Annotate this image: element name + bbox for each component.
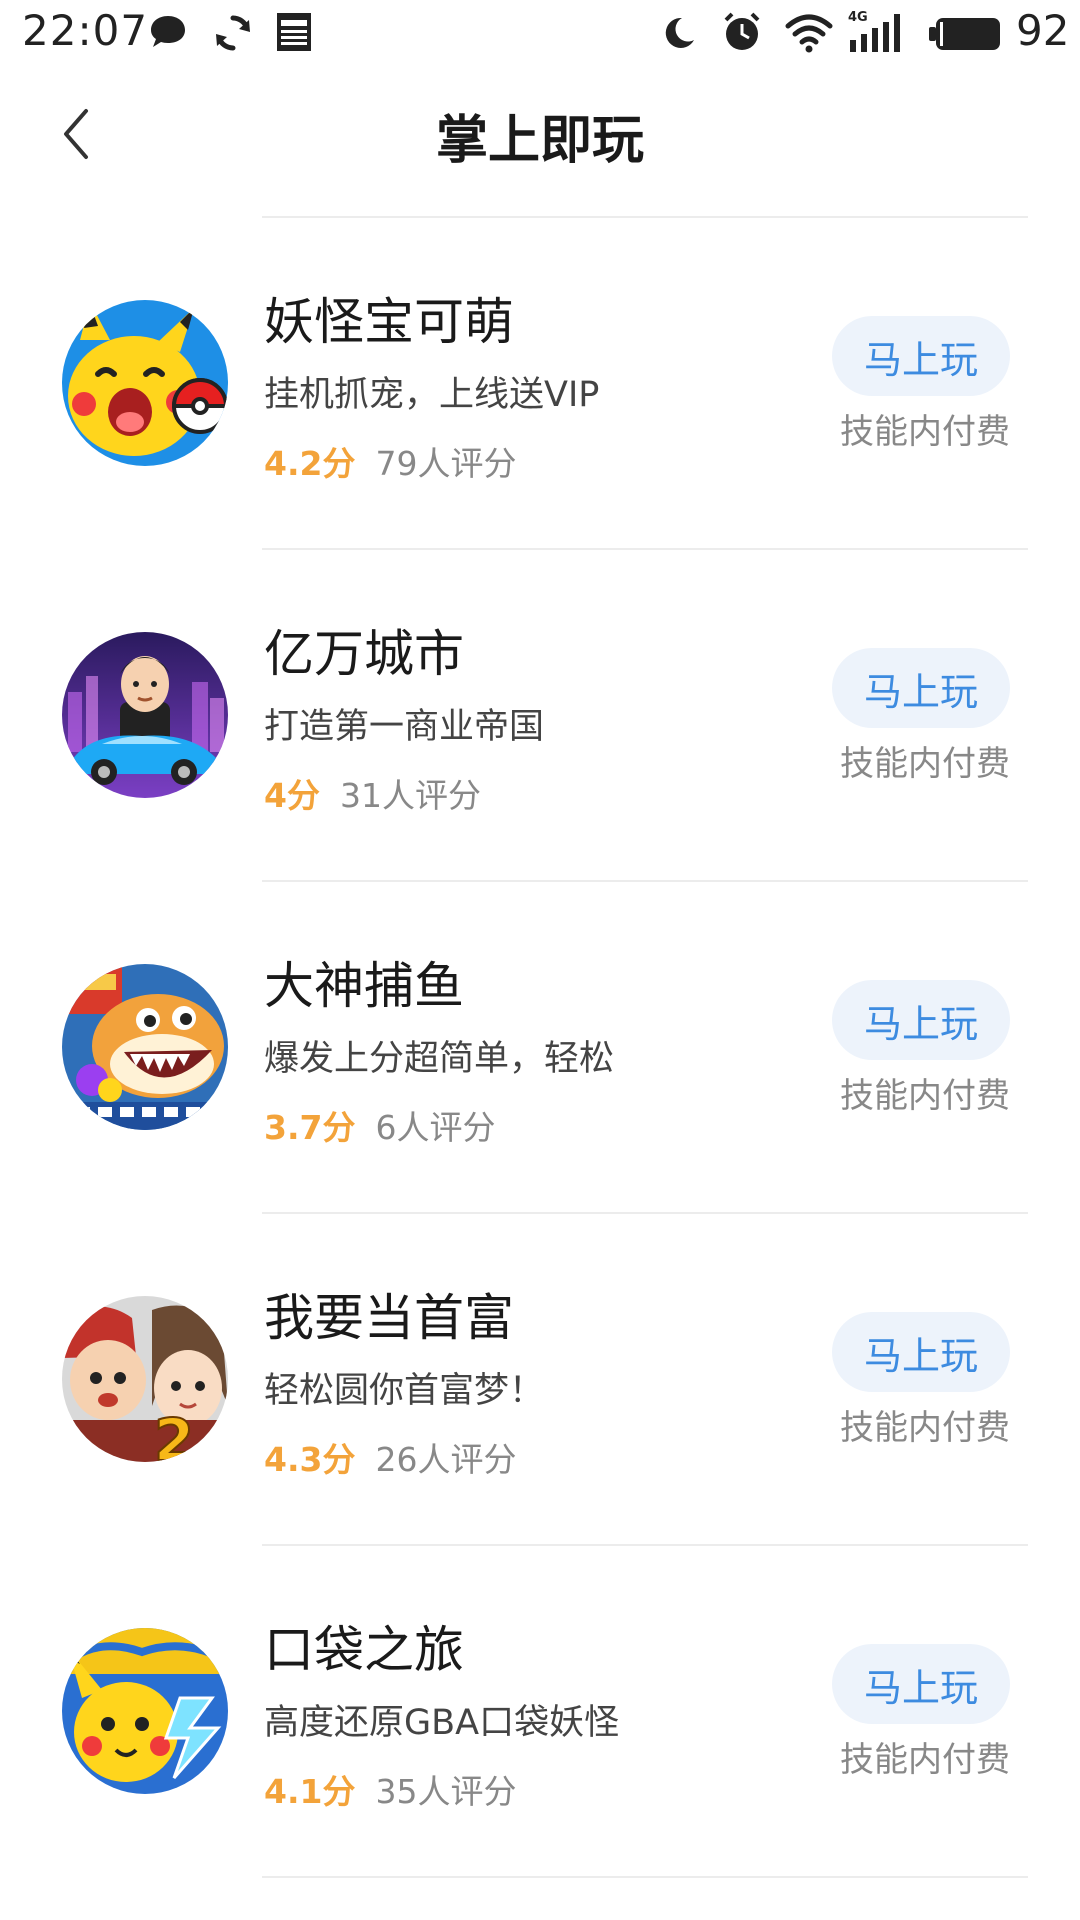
rating-score: 4.1分 bbox=[264, 1772, 356, 1811]
game-name: 口袋之旅 bbox=[264, 1621, 464, 1679]
payment-note: 技能内付费 bbox=[840, 1076, 1010, 1116]
rating-count: 26人评分 bbox=[375, 1440, 517, 1479]
wifi-icon bbox=[785, 14, 833, 53]
pikachu-lightning-avatar[interactable] bbox=[62, 1628, 228, 1794]
rating-score: 4.2分 bbox=[264, 444, 356, 483]
play-button[interactable]: 马上玩 bbox=[832, 648, 1010, 728]
list-item[interactable]: 口袋之旅 高度还原GBA口袋妖怪 4.1分 35人评分 马上玩 技能内付费 bbox=[0, 1546, 1080, 1878]
game-name: 妖怪宝可萌 bbox=[264, 293, 514, 351]
game-name: 大神捕鱼 bbox=[264, 957, 464, 1015]
battery-level: 92 bbox=[1016, 6, 1070, 55]
rating-score: 3.7分 bbox=[264, 1108, 356, 1147]
game-rating: 4分 31人评分 bbox=[264, 769, 481, 817]
list-item[interactable]: 妖怪宝可萌 挂机抓宠，上线送VIP 4.2分 79人评分 马上玩 技能内付费 bbox=[0, 218, 1080, 550]
list-item[interactable]: 2 我要当首富 轻松圆你首富梦！ 4.3分 26人评分 马上玩 技能内付费 bbox=[0, 1214, 1080, 1546]
sync-icon bbox=[216, 15, 250, 51]
signal-4g-icon: 4G bbox=[848, 10, 906, 54]
game-description: 高度还原GBA口袋妖怪 bbox=[264, 1703, 620, 1743]
rating-count: 35人评分 bbox=[375, 1772, 517, 1811]
payment-note: 技能内付费 bbox=[840, 412, 1010, 452]
status-bar: 22:07 4G 92 bbox=[0, 0, 1080, 70]
list-item[interactable]: 亿万城市 打造第一商业帝国 4分 31人评分 马上玩 技能内付费 bbox=[0, 550, 1080, 882]
businessman-car-avatar[interactable] bbox=[62, 632, 228, 798]
pikachu-pokeball-avatar[interactable] bbox=[62, 300, 228, 466]
rating-score: 4.3分 bbox=[264, 1440, 356, 1479]
game-name: 我要当首富 bbox=[264, 1289, 514, 1347]
cartoon-couple-avatar[interactable]: 2 bbox=[62, 1296, 228, 1462]
chat-bubble-icon bbox=[151, 16, 185, 47]
play-button[interactable]: 马上玩 bbox=[832, 1312, 1010, 1392]
game-rating: 4.1分 35人评分 bbox=[264, 1765, 516, 1813]
game-description: 轻松圆你首富梦！ bbox=[264, 1371, 545, 1411]
nav-bar: 掌上即玩 bbox=[0, 70, 1080, 200]
rating-count: 6人评分 bbox=[375, 1108, 496, 1147]
payment-note: 技能内付费 bbox=[840, 1740, 1010, 1780]
game-name: 亿万城市 bbox=[264, 625, 464, 683]
svg-text:2: 2 bbox=[154, 1406, 194, 1462]
alarm-icon bbox=[724, 12, 760, 50]
news-icon bbox=[277, 13, 311, 51]
status-time: 22:07 bbox=[22, 6, 149, 55]
page-title: 掌上即玩 bbox=[435, 111, 644, 171]
rating-score: 4分 bbox=[264, 776, 320, 815]
game-description: 打造第一商业帝国 bbox=[264, 707, 545, 747]
payment-note: 技能内付费 bbox=[840, 1408, 1010, 1448]
rating-count: 31人评分 bbox=[339, 776, 481, 815]
screen: 22:07 4G 92 掌上即玩 妖怪宝可萌 挂机抓宠，上线送VIP 4.2分 … bbox=[0, 0, 1080, 1920]
list-item[interactable]: 大神捕鱼 爆发上分超简单，轻松 3.7分 6人评分 马上玩 技能内付费 bbox=[0, 882, 1080, 1214]
shark-fish-avatar[interactable] bbox=[62, 964, 228, 1130]
play-button[interactable]: 马上玩 bbox=[832, 980, 1010, 1060]
game-rating: 4.2分 79人评分 bbox=[264, 437, 516, 485]
payment-note: 技能内付费 bbox=[840, 744, 1010, 784]
game-rating: 3.7分 6人评分 bbox=[264, 1101, 495, 1149]
game-description: 爆发上分超简单，轻松 bbox=[264, 1039, 615, 1079]
battery-icon bbox=[929, 18, 1000, 50]
rating-count: 79人评分 bbox=[375, 444, 517, 483]
play-button[interactable]: 马上玩 bbox=[832, 316, 1010, 396]
night-mode-icon bbox=[665, 17, 694, 48]
game-list: 妖怪宝可萌 挂机抓宠，上线送VIP 4.2分 79人评分 马上玩 技能内付费 亿… bbox=[0, 218, 1080, 1878]
game-rating: 4.3分 26人评分 bbox=[264, 1433, 516, 1481]
game-description: 挂机抓宠，上线送VIP bbox=[264, 375, 600, 415]
play-button[interactable]: 马上玩 bbox=[832, 1644, 1010, 1724]
